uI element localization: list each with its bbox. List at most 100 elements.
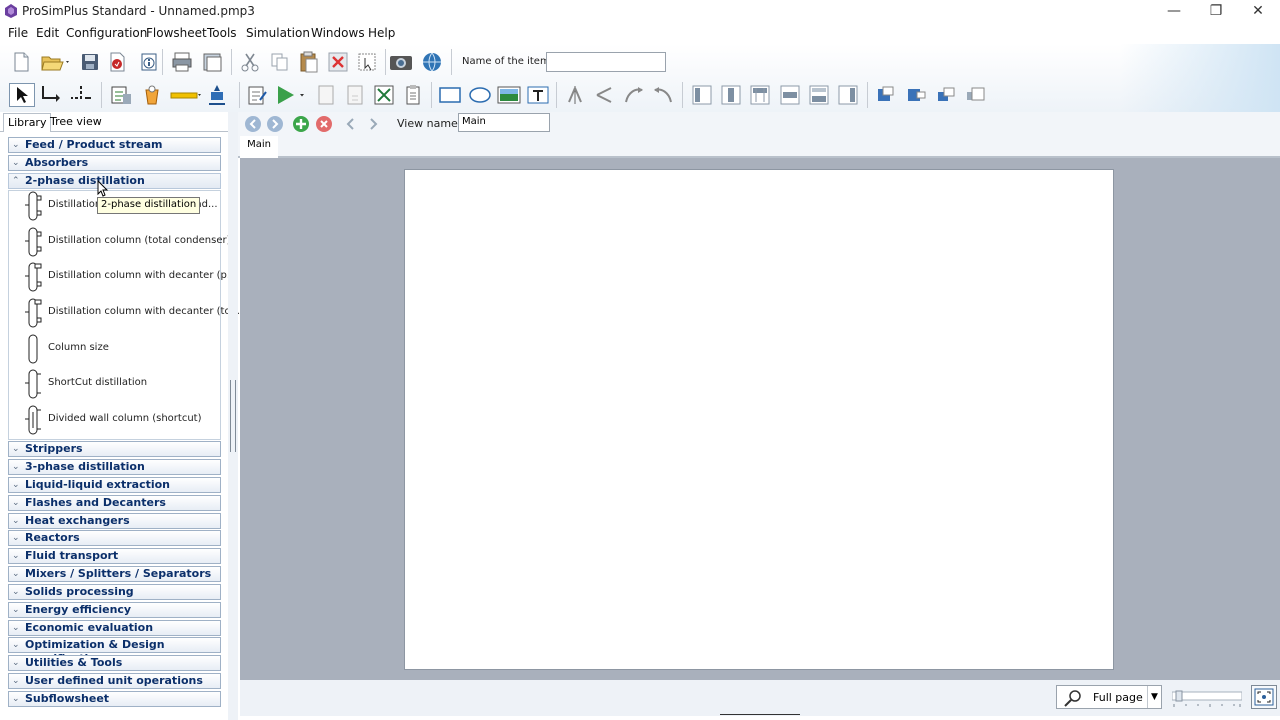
maximize-button[interactable]: ❐ [1195,0,1237,22]
list-item[interactable]: Distillation column (total condenser) [20,225,231,259]
menu-configuration[interactable]: Configuration [66,26,147,40]
select-pointer-icon[interactable] [9,83,35,107]
list-item[interactable]: ShortCut distillation [20,367,220,401]
list-item[interactable]: Divided wall column (shortcut) [20,403,220,437]
view-name-input[interactable]: Main [458,113,550,132]
category-user-defined-unit-operations[interactable]: ⌄ User defined unit operations [8,673,221,689]
menu-file[interactable]: File [8,26,28,40]
chevron-down-icon: ⌄ [12,516,20,526]
properties-icon[interactable] [137,50,161,74]
align-bottom-icon[interactable] [807,83,831,107]
category-economic-evaluation[interactable]: ⌄ Economic evaluation [8,620,221,636]
clipboard-report-icon[interactable] [401,83,425,107]
draw-rectangle-icon[interactable] [438,83,462,107]
align-left-icon[interactable] [690,83,714,107]
item-name-input[interactable] [546,52,666,72]
insert-text-icon[interactable] [526,83,550,107]
screenshot-icon[interactable] [389,50,413,74]
scroll-indicator[interactable] [720,714,800,718]
minimize-button[interactable]: — [1153,0,1195,22]
menu-simulation[interactable]: Simulation [246,26,310,40]
undo-icon[interactable] [343,116,359,132]
category-absorbers[interactable]: ⌄ Absorbers [8,155,221,171]
components-icon[interactable] [205,83,229,107]
copy-icon[interactable] [268,50,292,74]
category-feed-product-stream[interactable]: ⌄ Feed / Product stream [8,137,221,153]
menu-windows[interactable]: Windows [311,26,365,40]
bring-to-front-icon[interactable] [874,83,898,107]
category-heat-exchangers[interactable]: ⌄ Heat exchangers [8,513,221,529]
print-icon[interactable] [170,50,194,74]
category-flashes-and-decanters[interactable]: ⌄ Flashes and Decanters [8,495,221,511]
list-item[interactable]: Column size [20,332,220,366]
paste-icon[interactable] [297,50,321,74]
delete-icon[interactable] [326,50,350,74]
menu-flowsheet[interactable]: Flowsheet [146,26,207,40]
flowsheet-page[interactable] [404,169,1114,670]
category-fluid-transport[interactable]: ⌄ Fluid transport [8,548,221,564]
align-center-vertical-icon[interactable] [719,83,743,107]
align-middle-icon[interactable] [778,83,802,107]
select-all-icon[interactable] [355,50,379,74]
menu-edit[interactable]: Edit [36,26,59,40]
category-solids-processing[interactable]: ⌄ Solids processing [8,584,221,600]
panel-splitter[interactable] [228,112,238,720]
menu-tools[interactable]: Tools [207,26,237,40]
save-as-pdf-icon[interactable] [105,50,129,74]
tab-library[interactable]: Library [3,113,52,132]
edit-report-icon[interactable] [245,83,269,107]
add-view-icon[interactable] [293,116,309,132]
category-mixers-splitters-separators[interactable]: ⌄ Mixers / Splitters / Separators [8,566,221,582]
align-right-icon[interactable] [836,83,860,107]
publish-web-icon[interactable] [420,50,444,74]
category-liquid-liquid-extraction[interactable]: ⌄ Liquid-liquid extraction [8,477,221,493]
compounds-icon[interactable] [140,83,164,107]
draw-ellipse-icon[interactable] [468,83,492,107]
fit-to-page-button[interactable] [1251,685,1277,709]
open-file-icon[interactable] [40,50,72,74]
list-item[interactable]: Distillation column with decanter (p... [20,260,236,294]
category-utilities-tools[interactable]: ⌄ Utilities & Tools [8,655,221,671]
cut-icon[interactable] [238,50,262,74]
redo-icon[interactable] [365,116,381,132]
export-report-icon[interactable] [343,83,367,107]
zoom-mode-select[interactable]: Full page ▼ [1056,685,1162,709]
align-top-icon[interactable] [748,83,772,107]
rotate-left-icon[interactable] [651,83,675,107]
list-item[interactable]: Distillation column with decanter (to... [20,296,240,330]
draw-info-stream-icon[interactable] [69,83,93,107]
category-3-phase-distillation[interactable]: ⌄ 3-phase distillation [8,459,221,475]
chevron-down-icon[interactable]: ▼ [1147,686,1161,708]
send-backward-icon[interactable] [934,83,958,107]
save-icon[interactable] [78,50,102,74]
rotate-right-icon[interactable] [622,83,646,107]
draw-stream-icon[interactable] [39,83,63,107]
units-icon[interactable] [170,83,202,107]
close-button[interactable]: ✕ [1237,0,1279,22]
print-preview-icon[interactable] [201,50,225,74]
tab-tree-view[interactable]: Tree view [46,113,106,132]
insert-image-icon[interactable] [497,83,521,107]
new-file-icon[interactable] [9,50,33,74]
category-energy-efficiency[interactable]: ⌄ Energy efficiency [8,602,221,618]
previous-view-icon[interactable] [245,116,261,132]
next-view-icon[interactable] [267,116,283,132]
splitter-grip-icon[interactable] [230,380,236,452]
send-to-back-icon[interactable] [963,83,987,107]
thermodynamics-icon[interactable] [109,83,133,107]
tab-main[interactable]: Main [240,136,278,158]
category-reactors[interactable]: ⌄ Reactors [8,530,221,546]
category-subflowsheet[interactable]: ⌄ Subflowsheet [8,691,221,707]
zoom-slider[interactable] [1172,690,1242,708]
remove-view-icon[interactable] [316,116,332,132]
align-center-icon[interactable] [563,83,587,107]
run-simulation-icon[interactable] [274,83,308,107]
bring-forward-icon[interactable] [904,83,928,107]
category-2-phase-distillation[interactable]: ⌃ 2-phase distillation [8,173,221,189]
category-strippers[interactable]: ⌄ Strippers [8,441,221,457]
report-icon[interactable] [314,83,338,107]
menu-help[interactable]: Help [368,26,395,40]
export-excel-icon[interactable] [372,83,396,107]
category-optimization-design-specifications[interactable]: ⌄Optimization & Design specifications [8,637,221,665]
flip-horizontal-icon[interactable] [593,83,617,107]
